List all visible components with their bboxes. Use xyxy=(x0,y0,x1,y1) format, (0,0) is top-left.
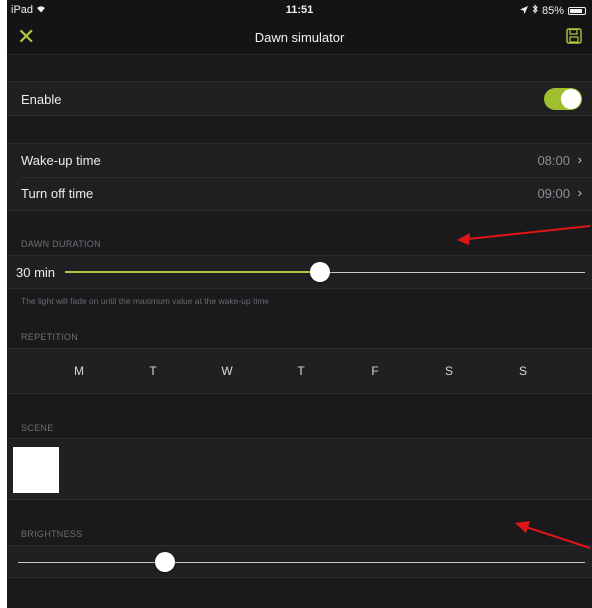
repetition-row: MTWTFSS xyxy=(7,348,592,394)
dawn-duration-fill xyxy=(65,271,320,273)
weekday-2[interactable]: W xyxy=(190,364,264,378)
turnoff-time-row[interactable]: Turn off time 09:00 › xyxy=(7,178,592,211)
weekday-6[interactable]: S xyxy=(486,364,560,378)
nav-bar: ✕ Dawn simulator xyxy=(7,22,592,55)
weekday-1[interactable]: T xyxy=(116,364,190,378)
dawn-duration-footnote: The light will fade on until the maximum… xyxy=(21,296,270,306)
weekday-0[interactable]: M xyxy=(42,364,116,378)
repetition-header: REPETITION xyxy=(21,332,79,342)
battery-fill xyxy=(570,8,582,13)
wakeup-time-value: 08:00 xyxy=(537,153,570,168)
location-icon xyxy=(519,5,528,17)
bluetooth-icon xyxy=(532,4,538,17)
turnoff-time-label: Turn off time xyxy=(21,186,94,201)
scene-header: SCENE xyxy=(21,423,54,433)
enable-label: Enable xyxy=(21,92,62,107)
enable-toggle[interactable] xyxy=(544,88,582,110)
weekday-selector: MTWTFSS xyxy=(42,364,592,378)
page-title: Dawn simulator xyxy=(254,30,345,45)
battery-icon xyxy=(568,6,586,15)
brightness-header: BRIGHTNESS xyxy=(21,529,83,539)
app-screen: iPad 11:51 85% ✕ Dawn simulator Enable W… xyxy=(7,0,592,608)
wakeup-time-row[interactable]: Wake-up time 08:00 › xyxy=(7,144,592,177)
scene-row xyxy=(7,438,592,500)
toggle-knob xyxy=(561,89,581,109)
status-bar: iPad 11:51 85% xyxy=(7,0,592,22)
weekday-4[interactable]: F xyxy=(338,364,412,378)
dawn-duration-value: 30 min xyxy=(16,265,56,280)
enable-row: Enable xyxy=(7,81,592,116)
dawn-duration-row: 30 min xyxy=(7,255,592,289)
dawn-duration-header: DAWN DURATION xyxy=(21,239,101,249)
chevron-right-icon: › xyxy=(577,152,582,167)
weekday-3[interactable]: T xyxy=(264,364,338,378)
status-right: 85% xyxy=(519,4,586,17)
dawn-duration-slider-knob[interactable] xyxy=(309,262,330,282)
weekday-5[interactable]: S xyxy=(412,364,486,378)
chevron-right-icon: › xyxy=(577,185,582,200)
brightness-slider-knob[interactable] xyxy=(155,552,176,572)
time-group: Wake-up time 08:00 › Turn off time 09:00… xyxy=(7,143,592,211)
turnoff-time-value: 09:00 xyxy=(537,186,570,201)
status-time: 11:51 xyxy=(285,4,314,16)
save-disk-icon[interactable] xyxy=(566,28,582,49)
scene-tile[interactable] xyxy=(13,447,59,493)
battery-percent: 85% xyxy=(541,4,564,17)
wakeup-time-label: Wake-up time xyxy=(21,153,101,168)
brightness-row xyxy=(7,545,592,578)
brightness-track[interactable] xyxy=(18,562,585,563)
